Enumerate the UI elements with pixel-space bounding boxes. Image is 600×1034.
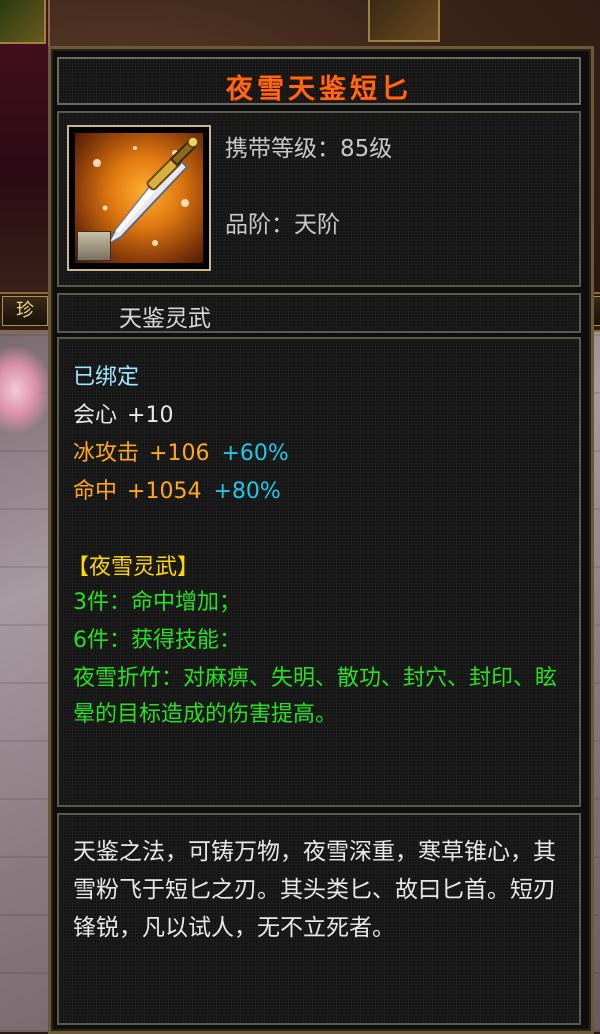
stat-percent: +60% — [221, 441, 289, 466]
stat-row: 冰攻击 +106 +60% — [73, 435, 289, 467]
description-panel: 天鉴之法，可铸万物，夜雪深重，寒草锥心，其雪粉飞于短匕之刃。其头类匕、故曰匕首。… — [57, 813, 581, 1025]
item-name: 夜雪天鉴短匕 — [226, 74, 412, 105]
bound-status: 已绑定 — [73, 365, 140, 390]
set-effect: 3件：命中增加； — [73, 590, 241, 615]
stat-value: +10 — [127, 403, 174, 428]
stat-name: 会心 — [73, 403, 118, 428]
dagger-icon — [75, 133, 203, 263]
stat-name: 命中 — [73, 479, 118, 504]
carry-level: 携带等级：85级 — [225, 136, 393, 162]
set-panel: 天鉴灵武 — [57, 293, 581, 333]
item-icon-frame — [67, 125, 211, 271]
set-effect: 夜雪折竹：对麻痹、失明、散功、封穴、封印、眩晕的目标造成的伤害提高。 — [73, 666, 558, 727]
title-panel: 夜雪天鉴短匕 — [57, 57, 581, 105]
info-panel: 携带等级：85级 品阶：天阶 — [57, 111, 581, 287]
equipment-slot[interactable] — [368, 0, 440, 42]
set-title: 【夜雪灵武】 — [67, 555, 200, 580]
stat-percent: +80% — [213, 479, 281, 504]
item-grade: 品阶：天阶 — [225, 212, 340, 238]
stat-value: +106 — [149, 441, 210, 466]
item-description: 天鉴之法，可铸万物，夜雪深重，寒草锥心，其雪粉飞于短匕之刃。其头类匕、故曰匕首。… — [73, 839, 556, 941]
set-name: 天鉴灵武 — [119, 306, 211, 332]
bound-lock-icon — [77, 231, 111, 261]
stat-name: 冰攻击 — [73, 441, 140, 466]
attributes-panel: 已绑定 会心 +10 冰攻击 +106 +60% 命中 +1054 +80% 【夜雪灵武】… — [57, 337, 581, 807]
stat-value: +1054 — [127, 479, 202, 504]
set-effect: 6件：获得技能： — [73, 628, 241, 653]
equipment-slot[interactable] — [0, 0, 46, 44]
stat-row: 命中 +1054 +80% — [73, 473, 281, 505]
tab-treasure[interactable]: 珍 — [2, 296, 48, 326]
item-tooltip: 夜雪天鉴短匕 携带等级：85级 品阶：天阶 天鉴灵武 已绑定 会心 +10 冰攻… — [48, 46, 594, 1034]
scene-flower — [0, 345, 52, 435]
stat-row: 会心 +10 — [73, 397, 173, 429]
